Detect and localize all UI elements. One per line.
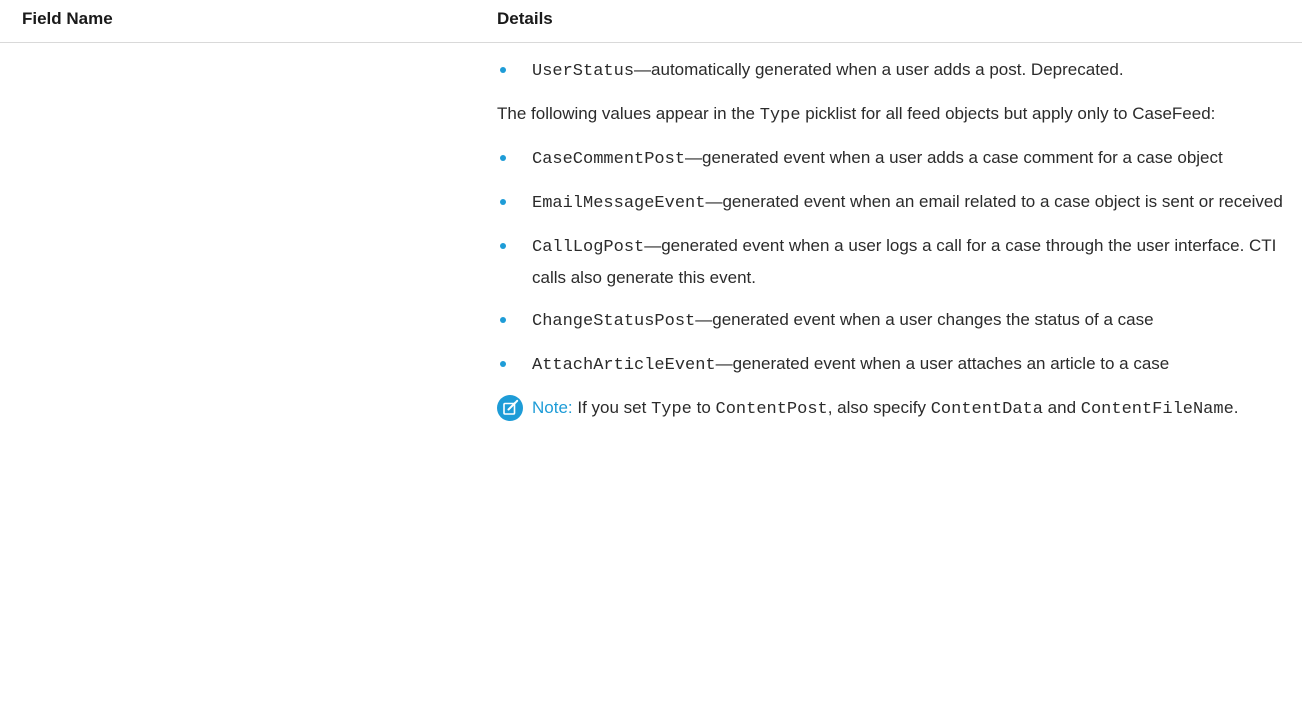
list-item: AttachArticleEvent—generated event when … xyxy=(497,349,1297,381)
code-content-file-name: ContentFileName xyxy=(1080,400,1234,419)
code-value: EmailMessageEvent xyxy=(532,194,706,213)
bullet-icon xyxy=(500,361,506,367)
item-description: —generated event when a user attaches an… xyxy=(715,354,1170,373)
note-text-1: If you set xyxy=(572,398,652,417)
code-value: AttachArticleEvent xyxy=(532,356,716,375)
intro-text-pre: The following values appear in the xyxy=(497,104,760,123)
item-description: —generated event when a user changes the… xyxy=(695,310,1154,329)
code-value: CallLogPost xyxy=(532,238,645,257)
intro-paragraph: The following values appear in the Type … xyxy=(497,99,1297,131)
intro-text-post: picklist for all feed objects but apply … xyxy=(800,104,1216,123)
bullet-icon xyxy=(500,199,506,205)
note-text-5: . xyxy=(1233,398,1239,417)
code-content-data: ContentData xyxy=(930,400,1043,419)
note-text-2: to xyxy=(691,398,716,417)
note-text-3: , also specify xyxy=(827,398,931,417)
bullet-icon xyxy=(500,317,506,323)
bullet-icon xyxy=(500,67,506,73)
list-item-user-status: UserStatus—automatically generated when … xyxy=(497,55,1297,87)
list-item: CallLogPost—generated event when a user … xyxy=(497,231,1297,293)
code-user-status: UserStatus xyxy=(532,62,635,81)
details-header: Details xyxy=(497,9,553,28)
details-cell: UserStatus—automatically generated when … xyxy=(497,55,1297,425)
table-header: Field Name Details xyxy=(0,0,1302,43)
note-label: Note: xyxy=(532,398,573,417)
code-content-post: ContentPost xyxy=(715,400,828,419)
bullet-icon xyxy=(500,243,506,249)
list-item: ChangeStatusPost—generated event when a … xyxy=(497,305,1297,337)
list-item: EmailMessageEvent—generated event when a… xyxy=(497,187,1297,219)
code-type: Type xyxy=(651,400,692,419)
item-description: —generated event when a user adds a case… xyxy=(685,148,1223,167)
note-text-4: and xyxy=(1042,398,1081,417)
item-description: —generated event when a user logs a call… xyxy=(532,236,1277,287)
bullet-icon xyxy=(500,155,506,161)
code-value: CaseCommentPost xyxy=(532,150,686,169)
code-value: ChangeStatusPost xyxy=(532,312,696,331)
note-edit-icon xyxy=(497,395,523,421)
item-description: —generated event when an email related t… xyxy=(705,192,1283,211)
list-item: CaseCommentPost—generated event when a u… xyxy=(497,143,1297,175)
user-status-description: —automatically generated when a user add… xyxy=(634,60,1124,79)
code-type: Type xyxy=(759,106,801,125)
field-name-header: Field Name xyxy=(22,9,113,28)
note-callout: Note: If you set Type to ContentPost, al… xyxy=(497,393,1297,425)
